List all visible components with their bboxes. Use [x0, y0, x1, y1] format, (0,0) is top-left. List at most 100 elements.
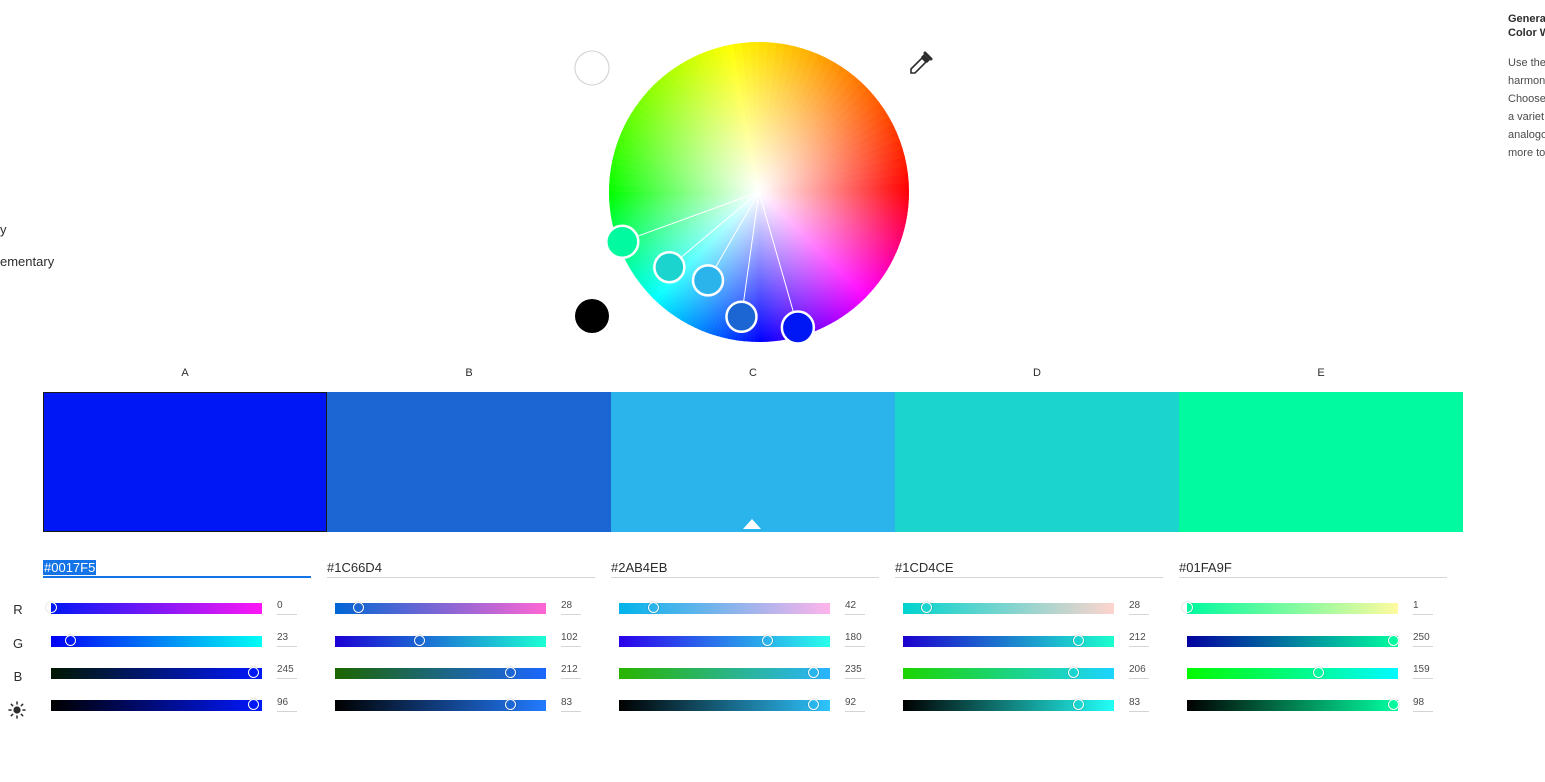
red-value-input[interactable]: 1	[1413, 600, 1433, 615]
brightness-slider[interactable]	[903, 699, 1114, 711]
brightness-slider[interactable]	[1187, 699, 1400, 711]
green-channel-label: G	[12, 636, 24, 651]
blue-slider-track[interactable]	[903, 668, 1114, 679]
green-value-input[interactable]: 212	[1129, 632, 1149, 647]
blue-slider[interactable]	[1187, 667, 1398, 679]
blue-value-input[interactable]: 212	[561, 664, 581, 679]
blue-slider[interactable]	[619, 667, 830, 679]
swatch-label-a: A	[181, 367, 189, 379]
brightness-slider-knob[interactable]	[248, 699, 260, 710]
hex-input-e[interactable]: #01FA9F	[1179, 558, 1447, 578]
brightness-value-input[interactable]: 98	[1413, 697, 1433, 712]
red-slider[interactable]	[903, 602, 1114, 614]
base-color-marker	[743, 519, 761, 529]
brightness-slider[interactable]	[335, 699, 546, 711]
swatch-d[interactable]	[895, 392, 1179, 532]
brightness-slider[interactable]	[619, 699, 830, 711]
info-panel: Genera Color W Use the harmon Choose a v…	[1508, 12, 1545, 162]
blue-value-input[interactable]: 235	[845, 664, 865, 679]
blue-value-input[interactable]: 159	[1413, 664, 1433, 679]
swatch-labels: A B C D E	[43, 367, 1463, 385]
green-slider-knob[interactable]	[1072, 635, 1084, 646]
harmony-option[interactable]: ementary	[0, 254, 54, 269]
green-slider[interactable]	[1187, 635, 1400, 647]
green-slider[interactable]	[619, 635, 830, 647]
blue-slider[interactable]	[51, 667, 262, 679]
red-slider-track[interactable]	[903, 603, 1114, 614]
swatch-b[interactable]	[327, 392, 611, 532]
color-picker-handle[interactable]	[780, 310, 816, 345]
brightness-slider-knob[interactable]	[1072, 699, 1084, 710]
brightness-light-button[interactable]	[574, 50, 610, 86]
red-value-input[interactable]: 28	[1129, 600, 1149, 615]
red-slider-knob[interactable]	[352, 602, 364, 613]
brightness-slider-track[interactable]	[619, 700, 830, 711]
brightness-value-input[interactable]: 92	[845, 697, 865, 712]
hex-input-a[interactable]: #0017F5	[43, 558, 311, 578]
brightness-slider-knob[interactable]	[807, 699, 819, 710]
brightness-value-input[interactable]: 83	[1129, 697, 1149, 712]
green-value-input[interactable]: 250	[1413, 632, 1433, 647]
green-slider-track[interactable]	[335, 636, 546, 647]
green-slider[interactable]	[335, 635, 546, 647]
green-value-input[interactable]: 23	[277, 632, 297, 647]
hex-input-c[interactable]: #2AB4EB	[611, 558, 879, 578]
blue-channel-label: B	[13, 669, 23, 684]
blue-slider-track[interactable]	[1187, 668, 1398, 679]
brightness-slider-track[interactable]	[1187, 700, 1398, 711]
green-slider-track[interactable]	[51, 636, 262, 647]
swatch-e[interactable]	[1179, 392, 1463, 532]
red-slider-track[interactable]	[1187, 603, 1398, 614]
red-slider[interactable]	[1182, 602, 1398, 614]
red-slider-knob[interactable]	[920, 602, 932, 613]
green-slider-knob[interactable]	[413, 635, 425, 646]
blue-slider-track[interactable]	[51, 668, 262, 679]
red-value-input[interactable]: 0	[277, 600, 297, 615]
green-slider[interactable]	[51, 635, 262, 647]
brightness-slider[interactable]	[51, 699, 262, 711]
color-wheel[interactable]	[560, 30, 920, 360]
color-picker-handle[interactable]	[653, 250, 686, 284]
green-slider-knob[interactable]	[64, 635, 76, 646]
blue-slider[interactable]	[903, 667, 1114, 679]
swatch-label-c: C	[749, 367, 757, 379]
green-slider[interactable]	[903, 635, 1114, 647]
color-picker-handle[interactable]	[725, 300, 758, 334]
green-slider-track[interactable]	[619, 636, 830, 647]
swatch-c[interactable]	[611, 392, 895, 532]
brightness-slider-knob[interactable]	[504, 699, 516, 710]
blue-value-input[interactable]: 206	[1129, 664, 1149, 679]
brightness-slider-track[interactable]	[51, 700, 262, 711]
blue-slider-track[interactable]	[619, 668, 830, 679]
harmony-option[interactable]: y	[0, 222, 7, 237]
brightness-dark-button[interactable]	[575, 299, 609, 333]
red-slider[interactable]	[335, 602, 546, 614]
red-slider[interactable]	[45, 602, 262, 614]
swatch-label-b: B	[465, 367, 473, 379]
red-slider-knob[interactable]	[45, 602, 57, 613]
red-slider-track[interactable]	[51, 603, 262, 614]
blue-slider-knob[interactable]	[504, 667, 516, 678]
blue-slider[interactable]	[335, 667, 546, 679]
red-slider-track[interactable]	[335, 603, 546, 614]
brightness-value-input[interactable]: 96	[277, 697, 297, 712]
info-title: Genera Color W	[1508, 13, 1545, 39]
green-slider-track[interactable]	[1187, 636, 1398, 647]
sun-icon	[8, 701, 26, 719]
blue-slider-knob[interactable]	[1067, 667, 1079, 678]
brightness-value-input[interactable]: 83	[561, 697, 581, 712]
green-value-input[interactable]: 102	[561, 632, 581, 647]
eyedropper-icon[interactable]	[906, 50, 934, 78]
red-value-input[interactable]: 28	[561, 600, 581, 615]
green-value-input[interactable]: 180	[845, 632, 865, 647]
color-picker-handle[interactable]	[605, 224, 640, 260]
red-value-input[interactable]: 42	[845, 600, 865, 615]
blue-slider-knob[interactable]	[807, 667, 819, 678]
blue-slider-knob[interactable]	[1313, 667, 1325, 678]
red-slider[interactable]	[619, 602, 830, 614]
swatch-a[interactable]	[43, 392, 327, 532]
color-picker-handle[interactable]	[691, 264, 725, 297]
hex-input-d[interactable]: #1CD4CE	[895, 558, 1163, 578]
blue-value-input[interactable]: 245	[277, 664, 297, 679]
hex-input-b[interactable]: #1C66D4	[327, 558, 595, 578]
